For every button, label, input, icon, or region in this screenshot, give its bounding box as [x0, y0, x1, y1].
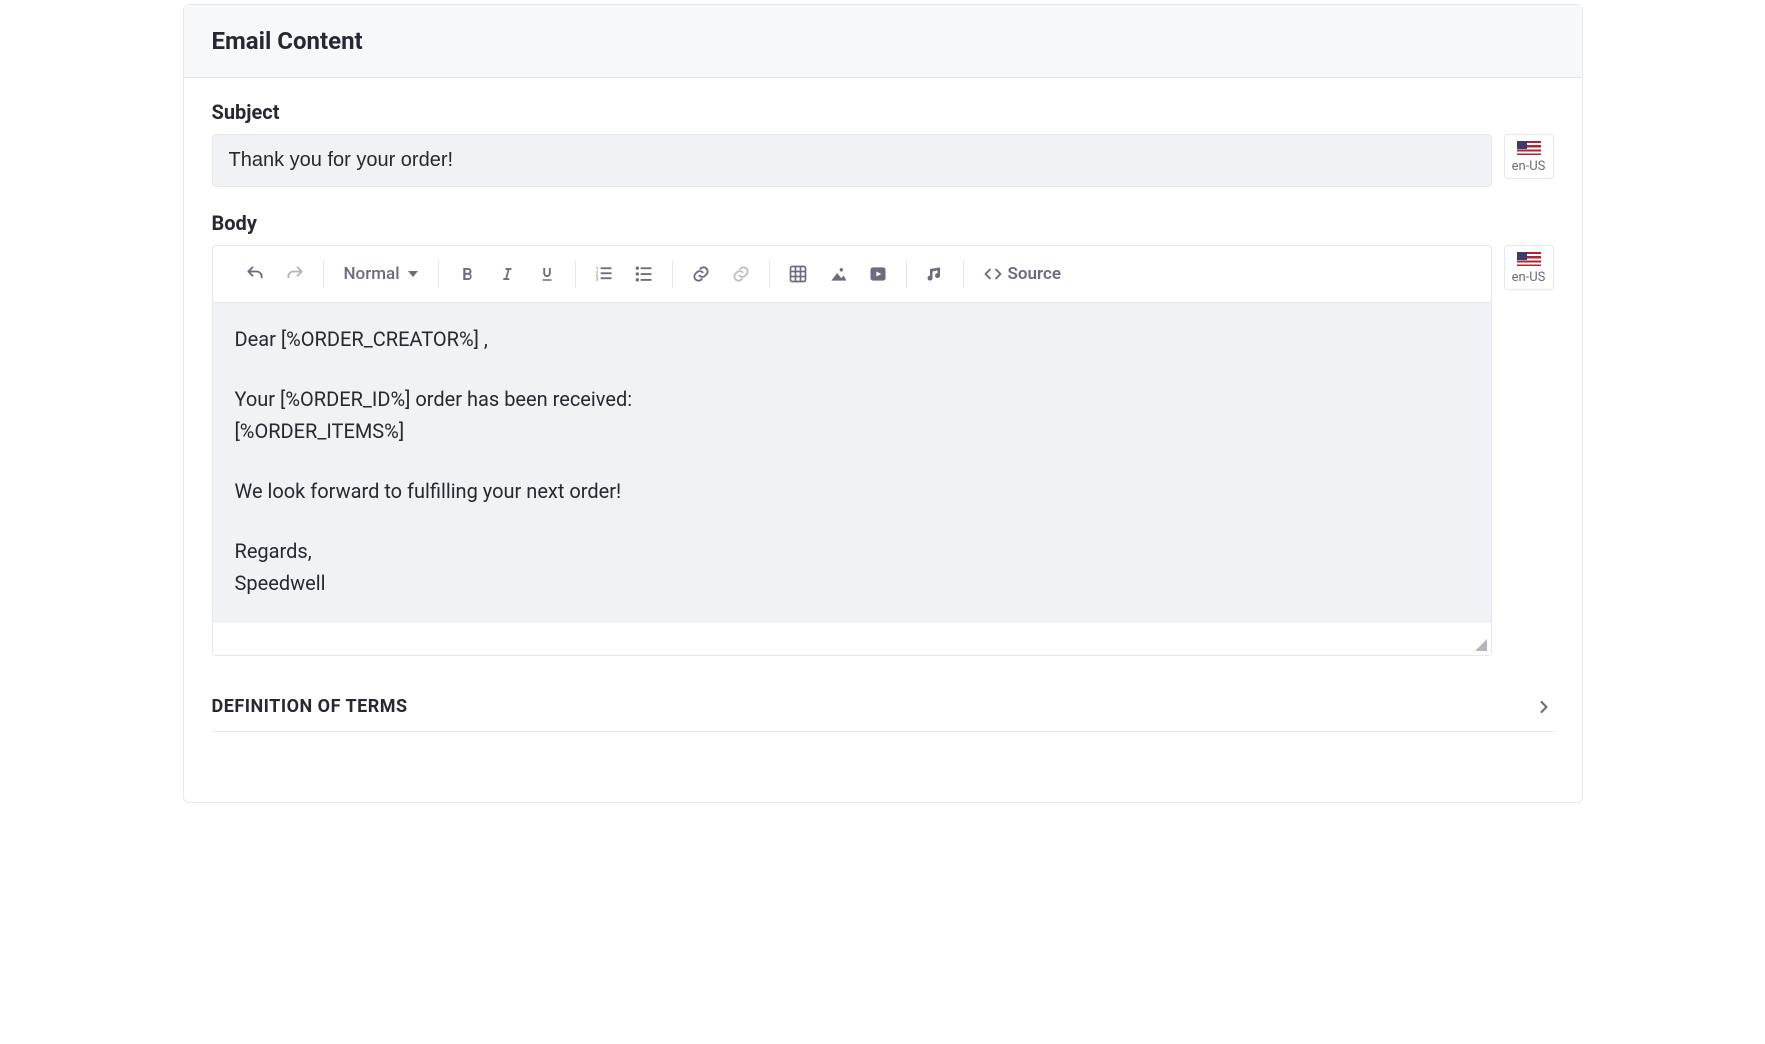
- us-flag-icon: [1517, 252, 1541, 266]
- chevron-right-icon: [1534, 697, 1554, 717]
- body-field-block: Body: [212, 211, 1554, 656]
- svg-text:3: 3: [595, 277, 598, 283]
- us-flag-icon: [1517, 141, 1541, 155]
- subject-input[interactable]: [212, 134, 1492, 187]
- panel-body: Subject en-US Body: [184, 78, 1582, 802]
- link-button[interactable]: [687, 260, 715, 288]
- subject-locale-label: en-US: [1512, 159, 1546, 174]
- subject-main: [212, 134, 1492, 187]
- body-locale-picker[interactable]: en-US: [1504, 245, 1554, 290]
- subject-field-block: Subject en-US: [212, 100, 1554, 187]
- body-line: Your [%ORDER_ID%] order has been receive…: [235, 387, 633, 411]
- unlink-button[interactable]: [727, 260, 755, 288]
- bold-button[interactable]: [453, 260, 481, 288]
- body-line: [%ORDER_ITEMS%]: [235, 419, 405, 443]
- source-button[interactable]: Source: [978, 260, 1067, 288]
- style-dropdown[interactable]: Normal: [338, 260, 424, 288]
- body-line: Regards,: [235, 539, 312, 563]
- body-label: Body: [212, 211, 1554, 235]
- unordered-list-button[interactable]: [630, 260, 658, 288]
- video-button[interactable]: [864, 260, 892, 288]
- image-button[interactable]: [824, 260, 852, 288]
- undo-button[interactable]: [241, 260, 269, 288]
- body-line: Speedwell: [235, 571, 326, 595]
- body-locale-label: en-US: [1512, 270, 1546, 285]
- subject-row: en-US: [212, 134, 1554, 187]
- body-row: Normal: [212, 245, 1554, 656]
- resize-handle[interactable]: [1475, 639, 1487, 651]
- rich-text-editor: Normal: [212, 245, 1492, 656]
- editor-content[interactable]: Dear [%ORDER_CREATOR%] , Your [%ORDER_ID…: [213, 303, 1491, 623]
- panel-title: Email Content: [212, 27, 1554, 55]
- underline-button[interactable]: [533, 260, 561, 288]
- audio-button[interactable]: [921, 260, 949, 288]
- style-dropdown-label: Normal: [344, 264, 400, 284]
- panel-header: Email Content: [184, 5, 1582, 78]
- italic-button[interactable]: [493, 260, 521, 288]
- subject-locale-picker[interactable]: en-US: [1504, 134, 1554, 179]
- body-line: Dear [%ORDER_CREATOR%] ,: [235, 327, 488, 351]
- body-line: We look forward to fulfilling your next …: [235, 479, 622, 503]
- email-content-panel: Email Content Subject en-US Body: [183, 4, 1583, 803]
- definition-of-terms-title: DEFINITION OF TERMS: [212, 696, 408, 717]
- editor-footer: [213, 623, 1491, 655]
- subject-label: Subject: [212, 100, 1554, 124]
- source-button-label: Source: [1008, 264, 1061, 284]
- table-button[interactable]: [784, 260, 812, 288]
- body-main: Normal: [212, 245, 1492, 656]
- caret-down-icon: [408, 271, 418, 277]
- ordered-list-button[interactable]: 123: [590, 260, 618, 288]
- redo-button[interactable]: [281, 260, 309, 288]
- editor-toolbar: Normal: [213, 246, 1491, 303]
- code-icon: [984, 265, 1002, 283]
- definition-of-terms-toggle[interactable]: DEFINITION OF TERMS: [212, 680, 1554, 732]
